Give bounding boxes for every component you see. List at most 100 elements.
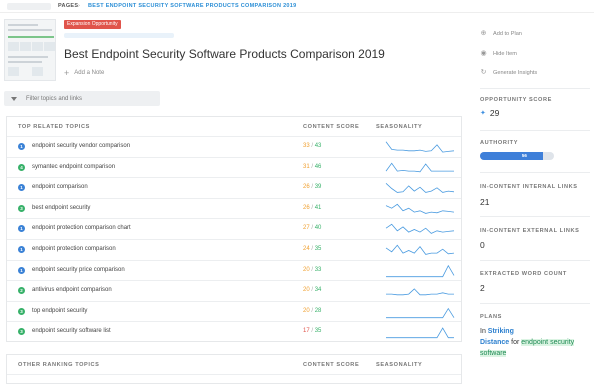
- plan-icon: ⊕: [480, 30, 487, 37]
- seasonality-sparkline: [386, 327, 454, 339]
- rank-badge: 1: [18, 266, 25, 274]
- table-header: OTHER RANKING TOPICS CONTENT SCORE SEASO…: [7, 355, 461, 375]
- topic-name[interactable]: endpoint comparison: [32, 184, 88, 190]
- sparkline-path: [385, 224, 455, 235]
- header-content-score[interactable]: CONTENT SCORE: [303, 362, 359, 368]
- seasonality-sparkline: [385, 203, 455, 214]
- sparkline-path: [386, 264, 455, 277]
- header-topic: TOP RELATED TOPICS: [18, 124, 90, 130]
- divider: [480, 88, 590, 89]
- seasonality-sparkline: [386, 307, 455, 318]
- authority-bar: 56: [480, 152, 554, 160]
- seasonality-sparkline: [385, 224, 455, 235]
- content-score: 20 / 33: [303, 267, 321, 273]
- filter-input[interactable]: Filter topics and links: [4, 91, 160, 106]
- plans-text: In Striking Distance for endpoint securi…: [480, 326, 594, 359]
- content-score: 26 / 39: [303, 184, 321, 190]
- sparkline-path: [385, 244, 455, 255]
- content-score: 26 / 41: [303, 205, 321, 211]
- rank-badge: 3: [18, 204, 25, 212]
- table-row[interactable]: 3 best endpoint security 26 / 41: [7, 199, 461, 220]
- add-note-button[interactable]: + Add a Note: [64, 68, 104, 78]
- score-target: 28: [314, 307, 322, 314]
- page-url[interactable]: [64, 33, 174, 38]
- content-score: 24 / 35: [303, 246, 321, 252]
- topic-name[interactable]: endpoint protection comparison: [32, 246, 116, 252]
- table-row[interactable]: 2 antivirus endpoint comparison 20 / 34: [7, 281, 461, 302]
- score-value: 17: [303, 328, 310, 335]
- divider: [480, 130, 590, 131]
- external-links-label: IN-CONTENT EXTERNAL LINKS: [480, 228, 580, 234]
- divider: [480, 172, 590, 173]
- score-value: 26: [303, 184, 310, 191]
- eye-off-icon: ◉: [480, 50, 487, 57]
- rank-badge: 1: [18, 245, 25, 253]
- topic-name[interactable]: endpoint security software list: [32, 328, 111, 334]
- add-note-label: Add a Note: [74, 70, 105, 76]
- score-target: 34: [314, 287, 322, 294]
- related-topics-table: TOP RELATED TOPICS CONTENT SCORE SEASONA…: [6, 116, 462, 342]
- plan-link-striking[interactable]: Striking: [488, 328, 514, 335]
- plan-link-distance[interactable]: Distance: [480, 339, 509, 346]
- hide-item-button[interactable]: ◉ Hide Item: [480, 50, 517, 57]
- topic-name[interactable]: antivirus endpoint comparison: [32, 287, 112, 293]
- divider: [480, 260, 590, 261]
- header-seasonality: SEASONALITY: [376, 362, 423, 368]
- topic-name[interactable]: symantec endpoint comparison: [32, 164, 115, 170]
- score-value: 20: [303, 307, 310, 314]
- score-target: 35: [314, 328, 322, 335]
- rank-badge: 2: [18, 287, 25, 295]
- word-count-value: 2: [480, 283, 485, 293]
- topic-name[interactable]: endpoint protection comparison chart: [32, 225, 131, 231]
- sparkline-path: [386, 327, 454, 339]
- plans-for: for: [511, 339, 520, 346]
- score-value: 20: [303, 287, 310, 294]
- page-thumbnail: [4, 19, 56, 81]
- content-score: 20 / 28: [303, 308, 321, 314]
- page-title: Best Endpoint Security Software Products…: [64, 47, 385, 61]
- external-links-value: 0: [480, 240, 485, 250]
- table-row[interactable]: 1 endpoint security vendor comparison 33 /…: [7, 137, 461, 158]
- sparkline-path: [386, 307, 455, 318]
- rank-badge: 1: [18, 143, 25, 150]
- table-row[interactable]: 1 endpoint protection comparison 24 / 35: [7, 240, 461, 261]
- table-row[interactable]: 4 symantec endpoint comparison 31 / 46: [7, 158, 461, 179]
- seasonality-sparkline: [386, 264, 455, 277]
- authority-label: AUTHORITY: [480, 140, 519, 146]
- rank-badge: 3: [18, 307, 25, 315]
- add-to-plan-label: Add to Plan: [493, 30, 522, 37]
- breadcrumb-separator: ›: [78, 3, 81, 9]
- table-row[interactable]: 3 endpoint security software list 17 / 35: [7, 322, 461, 343]
- blurred-crumb: [7, 3, 51, 10]
- content-score: 31 / 46: [303, 164, 321, 170]
- header-topic: OTHER RANKING TOPICS: [18, 362, 100, 368]
- score-value: 24: [303, 245, 310, 252]
- topic-name[interactable]: top endpoint security: [32, 308, 87, 314]
- sparkline-path: [385, 141, 455, 153]
- opportunity-score-value: 29: [489, 108, 500, 118]
- table-row[interactable]: 1 endpoint security price comparison 20 / …: [7, 261, 461, 282]
- header-content-score[interactable]: CONTENT SCORE: [303, 124, 359, 130]
- breadcrumb-pages-link[interactable]: PAGES: [58, 3, 78, 9]
- score-value: 20: [303, 266, 310, 273]
- seasonality-sparkline: [386, 288, 454, 296]
- score-value: 31: [303, 163, 310, 170]
- topic-name[interactable]: endpoint security vendor comparison: [32, 143, 130, 149]
- table-row[interactable]: 1 endpoint comparison 26 / 39: [7, 178, 461, 199]
- rank-badge: 3: [18, 328, 25, 336]
- opportunity-score: ✦ 29: [480, 108, 499, 118]
- add-to-plan-button[interactable]: ⊕ Add to Plan: [480, 30, 522, 37]
- content-score: 27 / 40: [303, 225, 321, 231]
- sidebar: ⊕ Add to Plan ◉ Hide Item ↻ Generate Ins…: [472, 0, 594, 373]
- plans-label: PLANS: [480, 314, 502, 320]
- topic-name[interactable]: endpoint security price comparison: [32, 267, 125, 273]
- seasonality-sparkline: [385, 141, 455, 153]
- score-target: 41: [314, 204, 322, 211]
- table-row[interactable]: 1 endpoint protection comparison chart 27 …: [7, 219, 461, 240]
- table-row[interactable]: 3 top endpoint security 20 / 28: [7, 302, 461, 323]
- topic-name[interactable]: best endpoint security: [32, 205, 90, 211]
- content-score: 20 / 34: [303, 287, 321, 293]
- generate-insights-button[interactable]: ↻ Generate Insights: [480, 69, 538, 76]
- score-target: 33: [314, 266, 322, 273]
- sparkline-path: [385, 162, 454, 172]
